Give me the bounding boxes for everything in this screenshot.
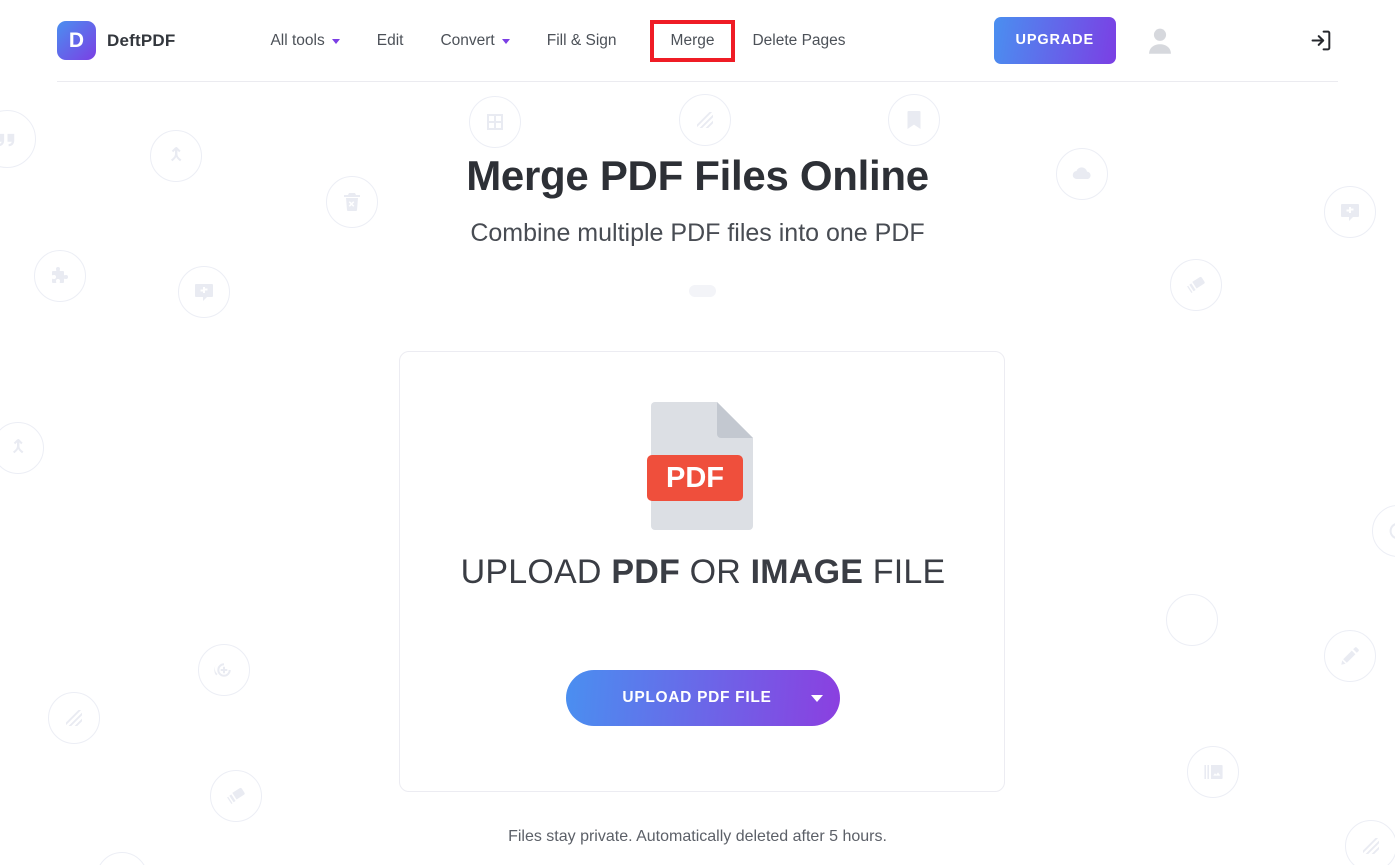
merge-arrow-icon: [0, 422, 44, 474]
logout-icon[interactable]: [1304, 24, 1338, 58]
chevron-down-icon[interactable]: [331, 39, 340, 44]
brand-mark-icon: D: [57, 21, 96, 60]
upgrade-button[interactable]: UPGRADE: [993, 17, 1116, 64]
upload-headline-part: OR: [679, 553, 751, 591]
page-title: Merge PDF Files Online: [466, 152, 929, 199]
stamp-icon: [1170, 259, 1222, 311]
nav-all-tools[interactable]: All tools: [270, 24, 340, 58]
nav-convert[interactable]: Convert: [440, 24, 510, 58]
comment-add-icon: [178, 266, 230, 318]
nav-item-label: Edit: [376, 31, 404, 49]
puzzle-icon: [34, 250, 86, 302]
main-nav: All tools Edit Convert Fill & Sign Merge Dele…: [270, 19, 846, 62]
circle-plain-icon: [96, 852, 148, 865]
chevron-down-icon[interactable]: [794, 694, 840, 702]
upload-headline-part: PDF: [611, 553, 680, 591]
nav-item-label: Merge: [670, 31, 715, 49]
upload-card[interactable]: PDF UPLOAD PDF OR IMAGE FILE UPLOAD PDF …: [399, 351, 1005, 792]
rotate-add-icon: [198, 644, 250, 696]
header-divider: [57, 81, 1338, 82]
gallery-icon: [1187, 746, 1239, 798]
nav-item-label: All tools: [270, 31, 325, 49]
nav-item-label: Fill & Sign: [546, 31, 617, 49]
upload-headline: UPLOAD PDF OR IMAGE FILE: [400, 552, 1006, 592]
upload-headline-part: FILE: [863, 553, 946, 591]
grid-icon: [469, 96, 521, 148]
privacy-note: Files stay private. Automatically delete…: [508, 828, 887, 845]
pencil-icon: [1324, 630, 1376, 682]
upload-headline-part: IMAGE: [750, 553, 864, 591]
upload-button-label: UPLOAD PDF FILE: [622, 689, 772, 706]
nav-fill-sign[interactable]: Fill & Sign: [547, 24, 617, 58]
nav-item-label: Delete Pages: [752, 31, 846, 49]
user-avatar-icon[interactable]: [1138, 19, 1182, 63]
upload-headline-part: UPLOAD: [460, 553, 612, 591]
svg-text:PDF: PDF: [666, 462, 724, 494]
upload-pdf-file-button[interactable]: UPLOAD PDF FILE: [566, 670, 840, 726]
circle-plain-icon: [1166, 594, 1218, 646]
bookmark-icon: [888, 94, 940, 146]
diagonal-lines-icon: [679, 94, 731, 146]
nav-edit[interactable]: Edit: [377, 24, 404, 58]
deftpdf-merge-page: D DeftPDF All tools Edit Convert Fill & Sig…: [0, 0, 1395, 865]
page-subtitle: Combine multiple PDF files into one PDF: [470, 219, 925, 247]
watermark-circle-icon: [1372, 505, 1395, 557]
stamp-icon: [210, 770, 262, 822]
nav-delete-pages[interactable]: Delete Pages: [752, 24, 845, 58]
brand-name: DeftPDF: [107, 30, 176, 50]
brand-logo[interactable]: D DeftPDF: [57, 21, 175, 60]
nav-merge[interactable]: Merge: [649, 19, 736, 62]
pdf-file-icon: PDF: [647, 400, 757, 537]
site-header: D DeftPDF All tools Edit Convert Fill & Sig…: [0, 0, 1395, 82]
diagonal-lines-icon: [48, 692, 100, 744]
nav-item-label: Convert: [440, 31, 495, 49]
hero-divider-pill: [689, 285, 716, 297]
chevron-down-icon[interactable]: [501, 39, 510, 44]
